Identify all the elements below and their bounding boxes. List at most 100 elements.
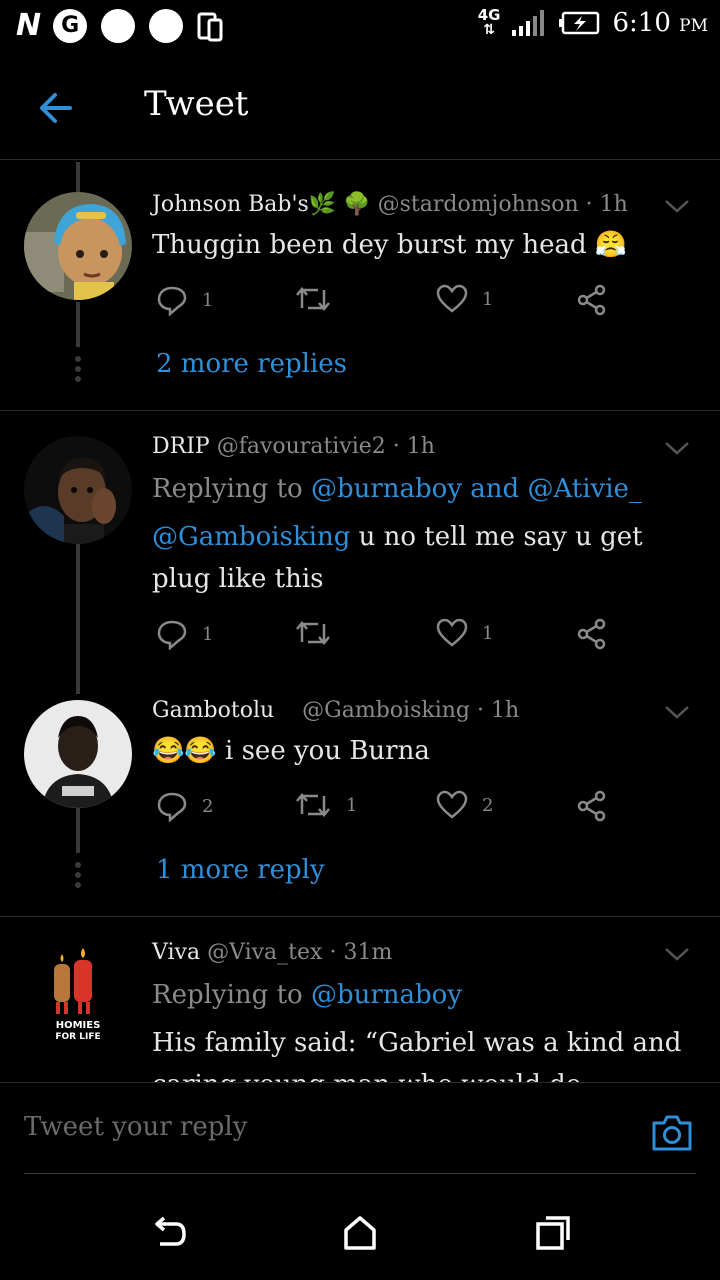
more-replies-link[interactable]: 1 more reply (156, 855, 325, 885)
display-name[interactable]: Johnson Bab's🌿 🌳 (152, 192, 371, 217)
reply-icon (157, 620, 187, 650)
mention-link[interactable]: @Ativie_ (527, 474, 641, 504)
nav-recents-icon[interactable] (534, 1212, 574, 1252)
chevron-down-icon[interactable] (664, 946, 690, 962)
thread-dots (75, 356, 81, 386)
n-notification-icon: N (16, 8, 41, 43)
mention-link[interactable]: @Gamboisking (152, 522, 350, 552)
share-icon (577, 284, 606, 316)
tweet-header: Johnson Bab's🌿 🌳 @stardomjohnson · 1h (152, 192, 628, 217)
phone-notification-icon (197, 12, 223, 41)
thread-line (76, 544, 80, 694)
avatar[interactable] (24, 192, 132, 300)
circle-notification-icon (101, 8, 136, 43)
replying-to: Replying to @burnaboy (152, 974, 692, 1016)
more-replies-link[interactable]: 2 more replies (156, 349, 347, 379)
circle-notification-icon (149, 8, 184, 43)
reply-icon (157, 286, 187, 316)
status-system: 4G ⇅ 6:10 PM (477, 6, 708, 39)
reply-input[interactable] (24, 1103, 624, 1151)
battery-icon (559, 11, 600, 35)
reply-button[interactable]: 1 (156, 284, 213, 316)
replying-label: Replying to (152, 980, 303, 1010)
network-type-label: 4G (477, 6, 501, 24)
page-title: Tweet (144, 84, 249, 124)
display-name[interactable]: Viva (152, 940, 200, 965)
back-arrow-icon[interactable] (34, 86, 78, 130)
replying-and: and (470, 474, 520, 504)
reply-underline (24, 1173, 696, 1174)
status-bar: N G 4G ⇅ 6:10 PM (0, 0, 720, 52)
chevron-down-icon[interactable] (664, 198, 690, 214)
heart-icon (436, 284, 468, 313)
reply-count: 1 (202, 623, 214, 645)
retweet-button[interactable] (294, 284, 346, 314)
tweet-text: Thuggin been dey burst my head 😤 (152, 230, 628, 260)
like-button[interactable]: 2 (436, 790, 493, 820)
clock-time: 6:10 (612, 8, 671, 38)
nav-back-icon[interactable] (150, 1212, 190, 1252)
thread-line (76, 302, 80, 347)
tweet-actions: 1 1 (152, 618, 622, 658)
tweet-time: 1h (406, 434, 435, 459)
reply-feed: Johnson Bab's🌿 🌳 @stardomjohnson · 1h Th… (0, 162, 720, 1082)
nav-home-icon[interactable] (340, 1212, 380, 1252)
tweet-time: 1h (490, 698, 520, 723)
chevron-down-icon[interactable] (664, 440, 690, 456)
avatar-johnson (24, 192, 132, 300)
thread-line (76, 808, 80, 853)
app-header: Tweet (0, 62, 720, 160)
for-life-logo-text: FOR LIFE (55, 1032, 100, 1042)
user-handle[interactable]: @stardomjohnson (378, 192, 579, 217)
reply-button[interactable]: 2 (156, 790, 213, 822)
reply-button[interactable]: 1 (156, 618, 213, 650)
avatar-viva-logo: HOMIES FOR LIFE (24, 942, 132, 1050)
retweet-button[interactable] (294, 618, 346, 648)
share-button[interactable] (576, 618, 608, 650)
avatar-gambotolu (24, 700, 132, 808)
user-handle[interactable]: @favourativie2 (217, 434, 386, 459)
avatar[interactable]: HOMIES FOR LIFE (24, 942, 132, 1050)
tweet-time: 1h (599, 192, 628, 217)
mention-link[interactable]: @burnaboy (311, 474, 462, 504)
like-button[interactable]: 1 (436, 284, 493, 314)
like-button[interactable]: 1 (436, 618, 493, 648)
reply-count: 1 (202, 289, 214, 311)
thread-dots (75, 862, 81, 892)
tweet-actions: 2 1 2 (152, 790, 622, 830)
separator-dot: · (329, 940, 337, 965)
retweet-button[interactable]: 1 (294, 790, 357, 820)
heart-icon (436, 618, 468, 647)
display-name[interactable]: Gambotolu (152, 698, 274, 723)
g-notification-icon: G (53, 8, 88, 43)
reply-icon (157, 792, 187, 822)
tweet-header: Gambotolu @Gamboisking · 1h (152, 698, 519, 723)
replying-label: Replying to (152, 474, 303, 504)
camera-icon[interactable] (650, 1111, 694, 1155)
user-handle[interactable]: @Viva_tex (207, 940, 322, 965)
clock-ampm: PM (679, 16, 708, 36)
data-arrows-icon: ⇅ (483, 22, 495, 38)
reply-bar (0, 1082, 720, 1174)
retweet-icon (296, 621, 330, 645)
thread-line (76, 162, 80, 192)
tweet-header: Viva @Viva_tex · 31m (152, 940, 392, 965)
user-handle[interactable]: @Gamboisking (302, 698, 470, 723)
like-count: 1 (482, 288, 494, 310)
share-button[interactable] (576, 284, 608, 316)
avatar[interactable] (24, 700, 132, 808)
tweet-header: DRIP @favourativie2 · 1h (152, 434, 435, 459)
share-icon (577, 618, 606, 650)
mention-link[interactable]: @burnaboy (311, 980, 462, 1010)
avatar[interactable] (24, 436, 132, 544)
status-notifications: N G (16, 8, 223, 43)
display-name[interactable]: DRIP (152, 434, 210, 459)
share-icon (577, 790, 606, 822)
tweet-time: 31m (343, 940, 393, 965)
chevron-down-icon[interactable] (664, 704, 690, 720)
tweet-text: @Gamboisking u no tell me say u get plug… (152, 516, 692, 600)
share-button[interactable] (576, 790, 608, 822)
divider (0, 410, 720, 411)
signal-icon (512, 10, 545, 36)
retweet-count: 1 (346, 794, 358, 816)
